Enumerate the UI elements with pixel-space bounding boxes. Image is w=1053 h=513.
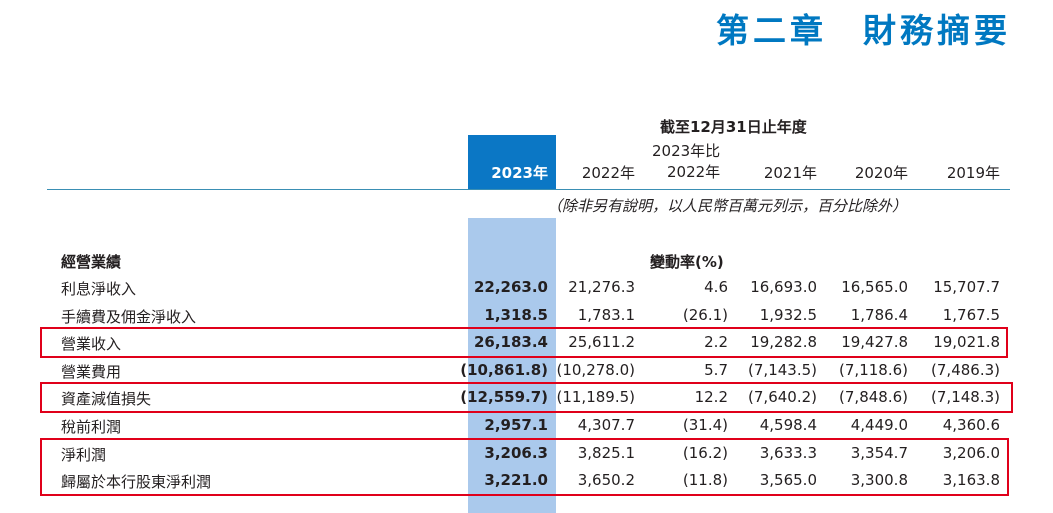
row-value: 16,565.0 [841, 278, 908, 296]
row-label: 稅前利潤 [61, 418, 122, 436]
row-label: 營業費用 [61, 362, 122, 381]
period-caption: 截至12月31日止年度 [660, 118, 807, 136]
row-value: 4,598.4 [759, 416, 817, 434]
row-value: (7,143.5) [748, 360, 817, 379]
row-value: (7,118.6) [839, 360, 908, 379]
row-value: 15,707.7 [933, 278, 1000, 296]
row-value: 4,449.0 [850, 416, 908, 434]
highlight-box-operating-income [40, 327, 1008, 358]
row-value: 2,957.1 [484, 416, 548, 434]
col-header-change: 2023年比 2022年 [652, 142, 721, 181]
col-header-2022: 2022年 [581, 164, 635, 182]
col-header-2020: 2020年 [854, 164, 908, 182]
unit-note: （除非另有說明，以人民幣百萬元列示，百分比除外） [547, 197, 908, 215]
highlight-box-net-profit [40, 438, 1009, 496]
row-value: 16,693.0 [750, 278, 817, 296]
row-value: 5.7 [704, 360, 728, 379]
row-value: (31.4) [682, 416, 728, 434]
change-label: 變動率(%) [650, 253, 724, 271]
chapter-heading: 第二章 財務摘要 [716, 4, 1011, 52]
col-header-2023: 2023年 [491, 164, 548, 182]
col-header-2019: 2019年 [946, 164, 1000, 182]
row-value: (10,278.0) [556, 360, 635, 379]
row-value: (10,861.8) [460, 360, 548, 379]
row-value: (7,486.3) [931, 360, 1000, 379]
row-value: (26.1) [682, 305, 728, 324]
row-value: 4.6 [704, 278, 728, 296]
row-label: 手續費及佣金淨收入 [61, 307, 197, 326]
row-value: 1,932.5 [759, 305, 817, 324]
row-value: 1,318.5 [484, 305, 548, 324]
chapter-title: 財務摘要 [863, 11, 1011, 50]
row-value: 1,786.4 [850, 305, 908, 324]
row-label: 利息淨收入 [61, 280, 137, 298]
chapter-number: 第二章 [716, 11, 827, 50]
row-value: 21,276.3 [568, 278, 635, 296]
row-value: 4,360.6 [942, 416, 1000, 434]
highlight-box-impairment [40, 382, 1013, 413]
col-header-2021: 2021年 [763, 164, 817, 182]
row-value: 1,767.5 [942, 305, 1000, 324]
row-value: 22,263.0 [473, 278, 548, 296]
header-rule [47, 189, 1010, 190]
row-value: 1,783.1 [577, 305, 635, 324]
section-title: 經營業績 [61, 253, 122, 271]
row-value: 4,307.7 [577, 416, 635, 434]
